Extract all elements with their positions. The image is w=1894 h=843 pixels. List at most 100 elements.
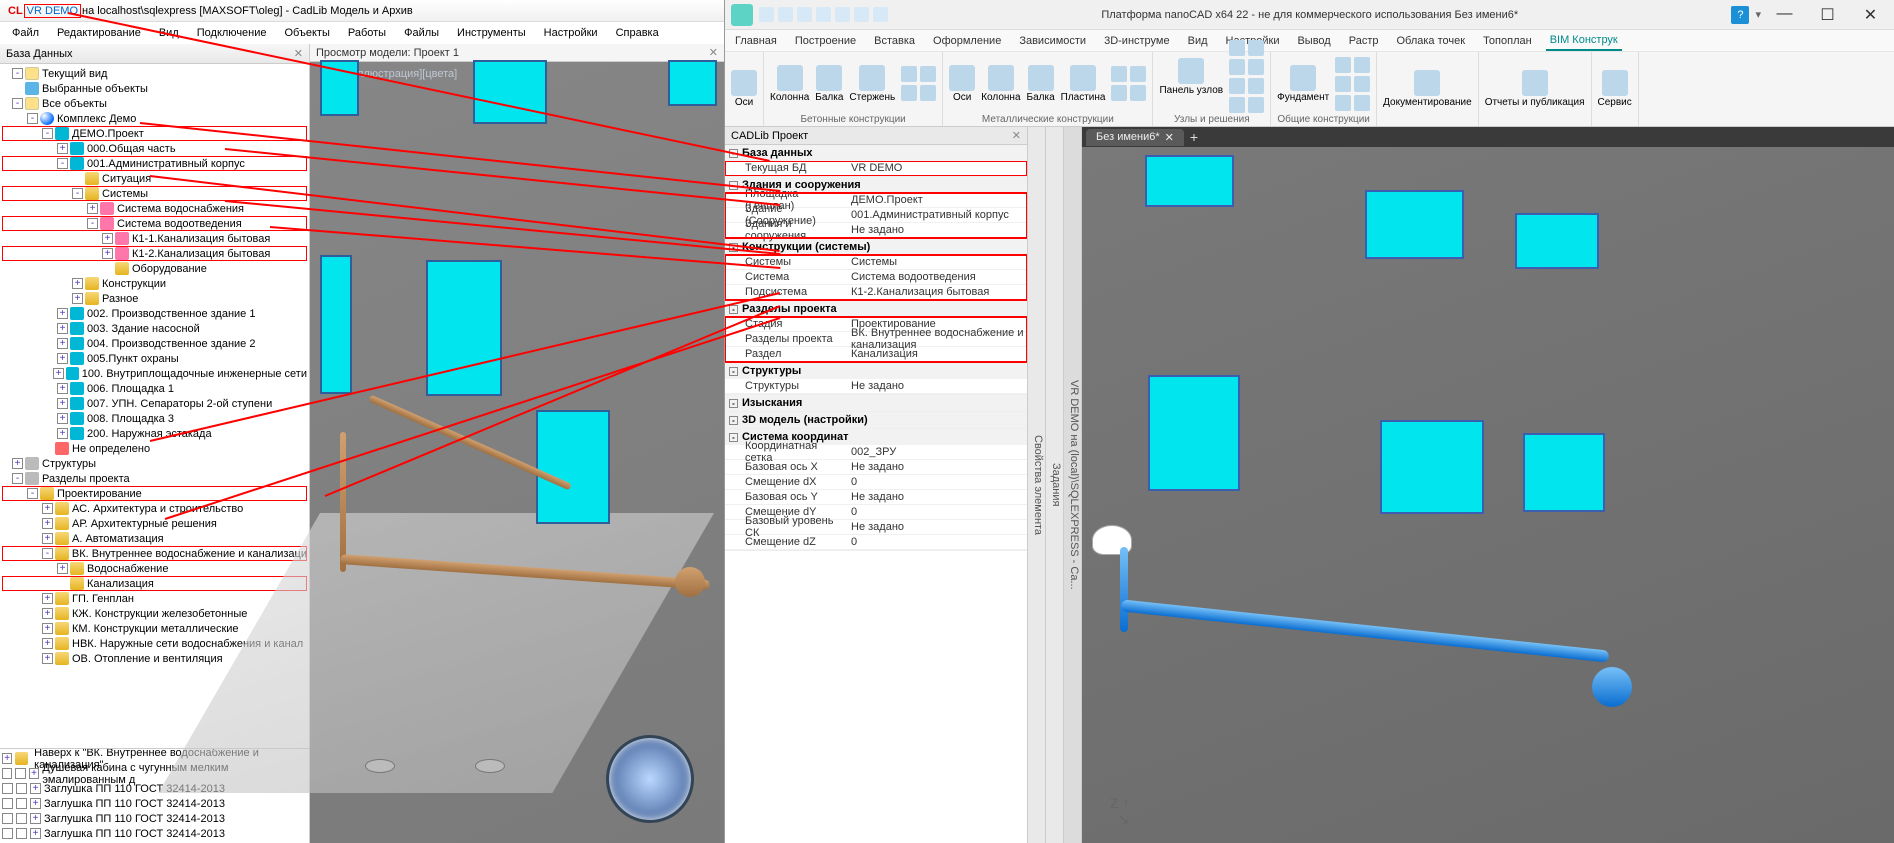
prop-value[interactable]: Системы — [845, 256, 1027, 268]
tree-node[interactable]: +Система водоснабжения — [2, 201, 307, 216]
menu-item[interactable]: Настройки — [536, 25, 606, 41]
ribbon-tab[interactable]: BIM Конструк — [1546, 31, 1622, 51]
tree-node[interactable]: +К1-2.Канализация бытовая — [2, 246, 307, 261]
expand-icon[interactable]: + — [30, 798, 41, 809]
ribbon-mini-button[interactable] — [1111, 66, 1127, 82]
prop-row[interactable]: Базовая ось YНе задано — [725, 490, 1027, 505]
collapse-icon[interactable]: - — [729, 305, 738, 314]
ribbon-tab[interactable]: Построение — [791, 32, 860, 50]
prop-value[interactable]: Не задано — [845, 461, 1027, 473]
model-viewport[interactable]: Просмотр модели: Проект 1 ✕ [Вид][Иллюст… — [310, 44, 724, 843]
minimize-button[interactable]: — — [1767, 5, 1802, 25]
prop-row[interactable]: РазделКанализация — [725, 347, 1027, 362]
menu-item[interactable]: Файлы — [396, 25, 447, 41]
prop-row[interactable]: Текущая БДVR DEMO — [725, 161, 1027, 176]
ribbon-tab[interactable]: Вывод — [1293, 32, 1334, 50]
tree-toggle-icon[interactable]: + — [102, 248, 113, 259]
tree-toggle-icon[interactable]: + — [102, 233, 113, 244]
ribbon-mini-button[interactable] — [1248, 40, 1264, 56]
tree-toggle-icon[interactable]: + — [87, 203, 98, 214]
tree-toggle-icon[interactable]: - — [42, 548, 53, 559]
ribbon-mini-button[interactable] — [1130, 85, 1146, 101]
nanocad-logo-icon[interactable] — [731, 4, 753, 26]
prop-value[interactable]: 0 — [845, 536, 1027, 548]
maximize-button[interactable]: ☐ — [1810, 5, 1845, 25]
collapse-icon[interactable]: - — [729, 416, 738, 425]
tree-toggle-icon[interactable]: + — [42, 653, 53, 664]
tree-node[interactable]: -Разделы проекта — [2, 471, 307, 486]
tab-close-icon[interactable]: ✕ — [1165, 131, 1174, 144]
prop-row[interactable]: ПодсистемаК1-2.Канализация бытовая — [725, 285, 1027, 300]
prop-section-header[interactable]: -База данных — [725, 145, 1027, 161]
ribbon-mini-button[interactable] — [1248, 59, 1264, 75]
prop-row[interactable]: Координатная сетка002_ЗРУ — [725, 445, 1027, 460]
collapse-icon[interactable]: - — [729, 149, 738, 158]
document-tab[interactable]: Без имени6*✕ — [1086, 129, 1184, 146]
ribbon-button[interactable]: Колонна — [770, 65, 809, 103]
qat-saveas-icon[interactable] — [816, 7, 831, 22]
ribbon-mini-button[interactable] — [920, 85, 936, 101]
prop-value[interactable]: VR DEMO — [845, 162, 1027, 174]
qat-save-icon[interactable] — [797, 7, 812, 22]
checkbox[interactable] — [16, 828, 27, 839]
viewcube-compass[interactable] — [606, 735, 694, 823]
ribbon-mini-button[interactable] — [901, 66, 917, 82]
ribbon-tab[interactable]: Растр — [1345, 32, 1383, 50]
menu-item[interactable]: Вид — [151, 25, 187, 41]
ribbon-mini-button[interactable] — [1335, 57, 1351, 73]
tree-toggle-icon[interactable]: + — [57, 383, 68, 394]
prop-section-header[interactable]: -Структуры — [725, 363, 1027, 379]
ribbon-button[interactable]: Сервис — [1598, 70, 1632, 108]
tree-toggle-icon[interactable]: - — [12, 98, 23, 109]
tree-toggle-icon[interactable]: - — [27, 488, 38, 499]
tree-node[interactable]: +002. Производственное здание 1 — [2, 306, 307, 321]
prop-row[interactable]: СистемыСистемы — [725, 255, 1027, 270]
prop-section-header[interactable]: -Разделы проекта — [725, 301, 1027, 317]
ribbon-button[interactable]: Оси — [731, 70, 757, 108]
tree-toggle-icon[interactable]: + — [42, 623, 53, 634]
ribbon-tab[interactable]: Главная — [731, 32, 781, 50]
tree-node[interactable]: -Проектирование — [2, 486, 307, 501]
ribbon-button[interactable]: Панель узлов — [1159, 58, 1223, 96]
menu-item[interactable]: Инструменты — [449, 25, 534, 41]
ribbon-button[interactable]: Стержень — [849, 65, 895, 103]
tree-toggle-icon[interactable]: + — [57, 353, 68, 364]
ribbon-mini-button[interactable] — [901, 85, 917, 101]
help-dropdown-icon[interactable]: ▾ — [1755, 8, 1761, 21]
tree-node[interactable]: +Разное — [2, 291, 307, 306]
qat-open-icon[interactable] — [778, 7, 793, 22]
prop-value[interactable]: Не задано — [845, 491, 1027, 503]
ribbon-mini-button[interactable] — [920, 66, 936, 82]
prop-row[interactable]: Разделы проектаВК. Внутреннее водоснабже… — [725, 332, 1027, 347]
tree-node[interactable]: -Комплекс Демо — [2, 111, 307, 126]
ribbon-mini-button[interactable] — [1111, 85, 1127, 101]
menu-item[interactable]: Файл — [4, 25, 47, 41]
tree-node[interactable]: +ГП. Генплан — [2, 591, 307, 606]
tree-toggle-icon[interactable]: - — [12, 473, 23, 484]
tree-node[interactable]: Оборудование — [2, 261, 307, 276]
tree-toggle-icon[interactable]: + — [57, 323, 68, 334]
ribbon-mini-button[interactable] — [1248, 78, 1264, 94]
ribbon-mini-button[interactable] — [1335, 95, 1351, 111]
prop-value[interactable]: Система водоотведения — [845, 271, 1027, 283]
tree-node[interactable]: Выбранные объекты — [2, 81, 307, 96]
ribbon-button[interactable]: Оси — [949, 65, 975, 103]
list-item[interactable]: +Заглушка ПП 110 ГОСТ 32414-2013 — [2, 811, 307, 826]
tree-toggle-icon[interactable]: - — [72, 188, 83, 199]
tree-node[interactable]: +АС. Архитектура и строительство — [2, 501, 307, 516]
tree-toggle-icon[interactable]: - — [27, 113, 38, 124]
ribbon-mini-button[interactable] — [1229, 78, 1245, 94]
tree-node[interactable]: -Текущий вид — [2, 66, 307, 81]
collapse-icon[interactable]: - — [729, 243, 738, 252]
side-tab-db[interactable]: VR DEMO на (local)\SQLEXPRESS - Ca... — [1064, 127, 1082, 843]
tree-toggle-icon[interactable]: + — [57, 308, 68, 319]
prop-section-header[interactable]: -Конструкции (системы) — [725, 239, 1027, 255]
tree-toggle-icon[interactable]: + — [57, 413, 68, 424]
panel-close-icon[interactable]: ✕ — [1012, 129, 1021, 142]
prop-value[interactable]: 0 — [845, 476, 1027, 488]
tree-node[interactable]: +003. Здание насосной — [2, 321, 307, 336]
tree-node[interactable]: +006. Площадка 1 — [2, 381, 307, 396]
checkbox[interactable] — [2, 783, 13, 794]
ribbon-mini-button[interactable] — [1229, 97, 1245, 113]
ribbon-mini-button[interactable] — [1335, 76, 1351, 92]
